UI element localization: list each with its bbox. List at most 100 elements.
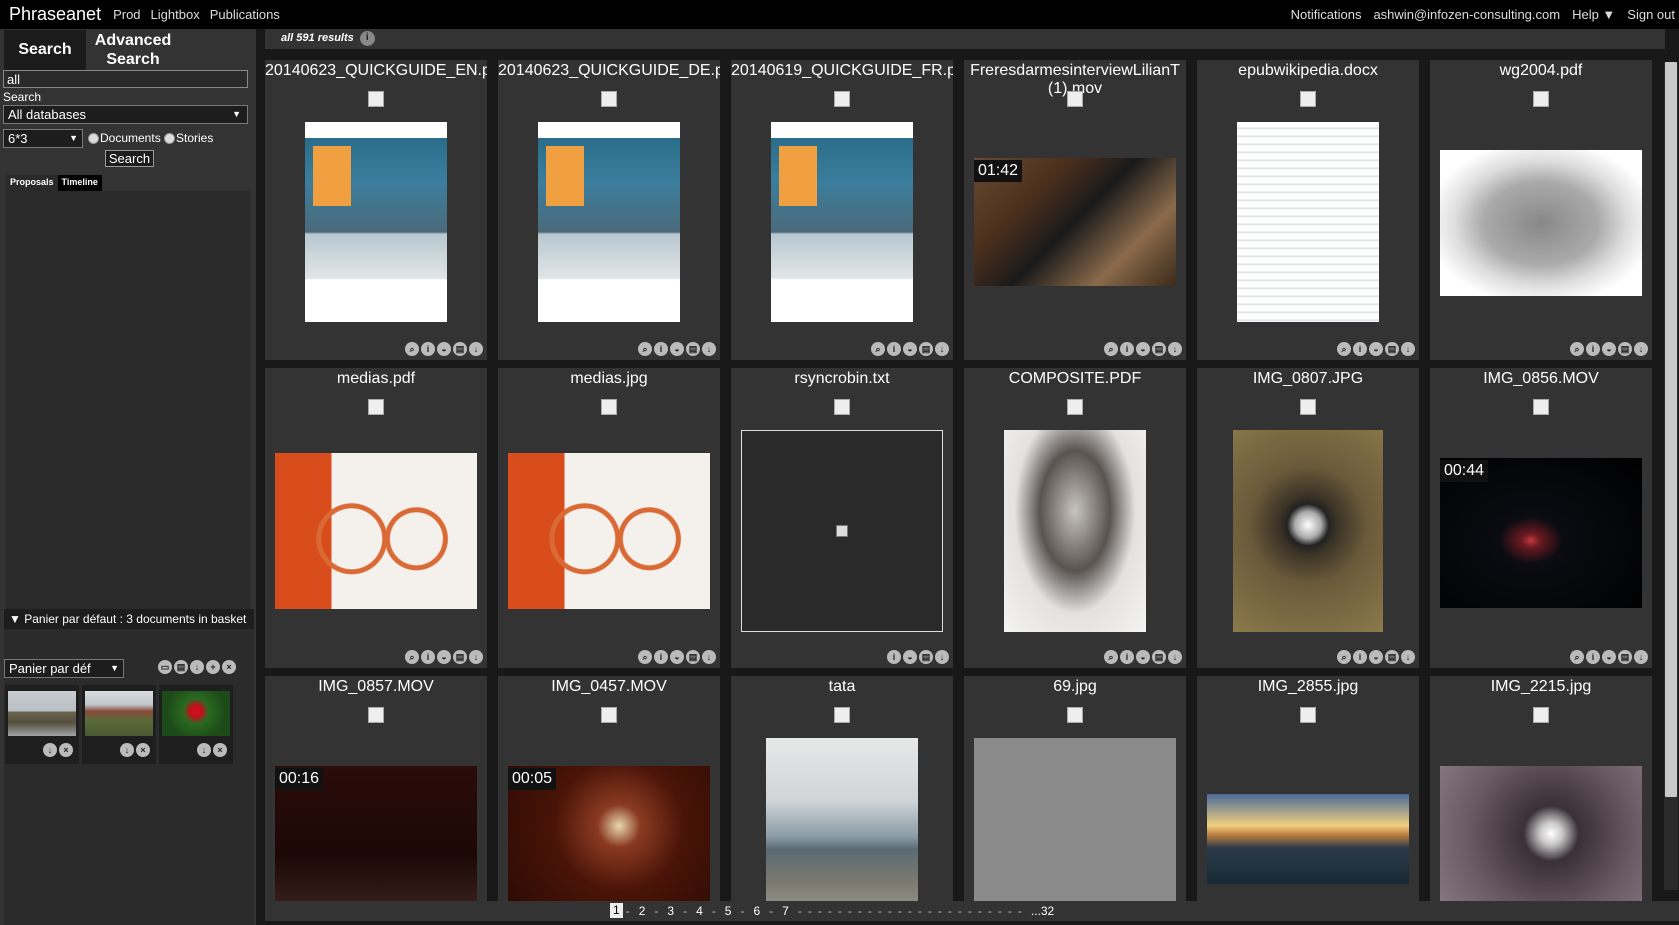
result-card[interactable]: IMG_0807.JPG ⌕ i ◒ ▤ ↓ [1197,368,1419,668]
basket-item[interactable]: ↓ × [5,685,79,764]
basket-icon[interactable]: ◒ [437,342,451,356]
info-icon[interactable]: i [1353,342,1367,356]
result-thumbnail[interactable] [275,453,477,609]
download-icon[interactable]: ↓ [469,342,483,356]
basket-icon[interactable]: ◒ [1369,650,1383,664]
select-checkbox[interactable] [601,707,617,723]
basket-icon[interactable]: ◒ [1136,650,1150,664]
info-icon[interactable]: i [1120,342,1134,356]
download-icon[interactable]: ↓ [1634,650,1648,664]
select-checkbox[interactable] [1300,91,1316,107]
page-link[interactable]: 6 [747,901,766,921]
download-icon[interactable]: ↓ [120,743,134,757]
basket-icon[interactable]: ◒ [437,650,451,664]
info-icon[interactable]: i [359,30,375,46]
result-card[interactable]: epubwikipedia.docx ⌕ i ◒ ▤ ↓ [1197,60,1419,360]
result-thumbnail[interactable] [771,122,913,322]
result-card[interactable]: IMG_0857.MOV 00:16 [265,676,487,916]
basket-icon[interactable]: ◒ [1602,342,1616,356]
download-icon[interactable]: ↓ [935,650,949,664]
print-icon[interactable]: ▤ [453,342,467,356]
print-icon[interactable]: ▤ [1618,650,1632,664]
print-icon[interactable]: ▤ [1152,342,1166,356]
download-icon[interactable]: ↓ [1168,342,1182,356]
info-icon[interactable]: i [1353,650,1367,664]
select-checkbox[interactable] [834,707,850,723]
result-thumbnail[interactable] [1207,794,1409,884]
print-icon[interactable]: ▤ [686,342,700,356]
preview-icon[interactable]: ⌕ [1570,342,1584,356]
select-checkbox[interactable] [1300,399,1316,415]
search-button[interactable]: Search [105,150,154,167]
info-icon[interactable]: i [1586,650,1600,664]
preview-icon[interactable]: ⌕ [638,342,652,356]
database-select[interactable]: All databases ▼ [3,105,248,124]
preview-icon[interactable]: ⌕ [1104,342,1118,356]
info-icon[interactable]: i [654,342,668,356]
select-checkbox[interactable] [1300,707,1316,723]
basket-header[interactable]: ▼ Panier par défaut : 3 documents in bas… [4,609,254,629]
basket-icon[interactable]: ◒ [1602,650,1616,664]
preview-icon[interactable]: ⌕ [1337,650,1351,664]
info-icon[interactable]: i [1586,342,1600,356]
nav-publications[interactable]: Publications [210,7,280,22]
select-checkbox[interactable] [834,399,850,415]
download-icon[interactable]: ↓ [935,342,949,356]
preview-icon[interactable]: ⌕ [1104,650,1118,664]
result-card[interactable]: medias.jpg ⌕ i ◒ ▤ ↓ [498,368,720,668]
page-link[interactable]: 4 [690,901,709,921]
tab-timeline[interactable]: Timeline [57,175,102,191]
search-input[interactable] [3,70,248,88]
nav-lightbox[interactable]: Lightbox [151,7,200,22]
select-checkbox[interactable] [368,91,384,107]
basket-view-icon[interactable]: ▭ [158,660,172,674]
result-card[interactable]: COMPOSITE.PDF ⌕ i ◒ ▤ ↓ [964,368,1186,668]
preview-icon[interactable]: ⌕ [405,342,419,356]
select-checkbox[interactable] [1067,91,1083,107]
brand-logo[interactable]: Phraseanet [9,4,101,25]
result-card[interactable]: IMG_0457.MOV 00:05 [498,676,720,916]
page-link[interactable]: 3 [661,901,680,921]
download-icon[interactable]: ↓ [1634,342,1648,356]
select-checkbox[interactable] [368,399,384,415]
select-checkbox[interactable] [601,91,617,107]
preview-icon[interactable]: ⌕ [638,650,652,664]
preview-icon[interactable]: ⌕ [1337,342,1351,356]
preview-icon[interactable]: ⌕ [1570,650,1584,664]
print-icon[interactable]: ▤ [919,650,933,664]
select-checkbox[interactable] [1533,399,1549,415]
download-icon[interactable]: ↓ [190,660,204,674]
print-icon[interactable]: ▤ [919,342,933,356]
result-thumbnail[interactable] [508,453,710,609]
preview-icon[interactable]: ⌕ [871,342,885,356]
result-card[interactable]: rsyncrobin.txt i ◒ ▤ ↓ [731,368,953,668]
info-icon[interactable]: i [421,650,435,664]
info-icon[interactable]: i [654,650,668,664]
result-card[interactable]: FreresdarmesinterviewLilianT (1).mov 01:4… [964,60,1186,360]
info-icon[interactable]: i [887,342,901,356]
result-card[interactable]: medias.pdf ⌕ i ◒ ▤ ↓ [265,368,487,668]
remove-icon[interactable]: × [59,743,73,757]
print-icon[interactable]: ▤ [174,660,188,674]
notifications-link[interactable]: Notifications [1291,7,1362,22]
result-card[interactable]: IMG_2215.jpg [1430,676,1652,916]
basket-icon[interactable]: ◒ [903,650,917,664]
print-icon[interactable]: ▤ [453,650,467,664]
download-icon[interactable]: ↓ [197,743,211,757]
sign-out-link[interactable]: Sign out [1627,7,1675,22]
result-thumbnail[interactable] [1233,430,1383,632]
basket-item[interactable]: ↓ × [159,685,233,764]
select-checkbox[interactable] [1067,399,1083,415]
page-link[interactable]: 1 [610,903,623,918]
select-checkbox[interactable] [1533,707,1549,723]
radio-stories[interactable]: Stories [164,131,213,145]
basket-icon[interactable]: ◒ [670,342,684,356]
select-checkbox[interactable] [1067,707,1083,723]
per-page-select[interactable]: 6*3 ▼ [3,129,83,148]
result-thumbnail[interactable] [741,430,943,632]
select-checkbox[interactable] [601,399,617,415]
basket-icon[interactable]: ◒ [903,342,917,356]
download-icon[interactable]: ↓ [1401,342,1415,356]
vertical-scrollbar[interactable] [1664,62,1678,890]
radio-documents[interactable]: Documents [88,131,161,145]
